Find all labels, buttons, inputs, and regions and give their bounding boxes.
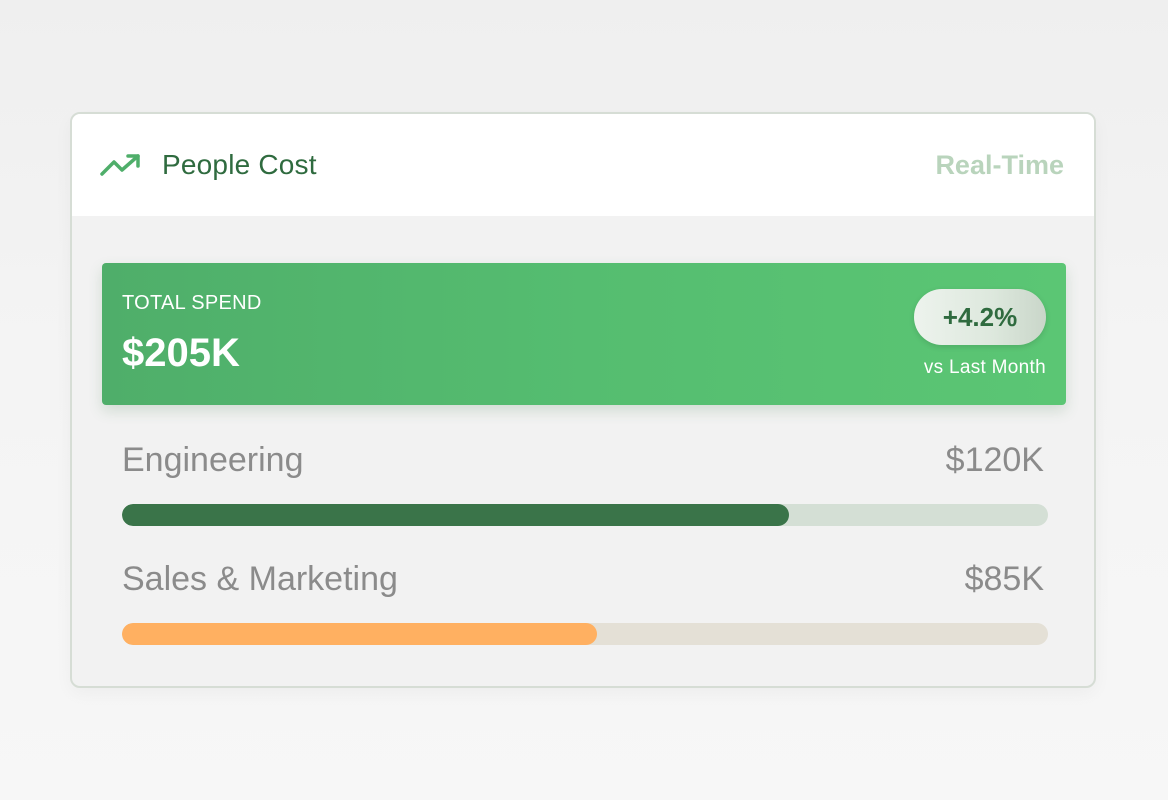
total-spend-panel: TOTAL SPEND $205K +4.2% vs Last Month — [102, 263, 1066, 405]
total-spend-label: TOTAL SPEND — [122, 292, 262, 314]
card-title: People Cost — [162, 149, 317, 180]
change-badge: +4.2% — [914, 289, 1046, 345]
total-spend-value: $205K — [122, 331, 240, 375]
card-header: People Cost Real-Time — [72, 114, 1094, 216]
engineering-progress-track — [122, 504, 1048, 526]
sales-marketing-progress-fill — [122, 623, 598, 645]
people-cost-card: People Cost Real-Time TOTAL SPEND $205K … — [70, 112, 1096, 688]
real-time-status: Real-Time — [935, 150, 1064, 180]
change-caption: vs Last Month — [923, 357, 1046, 378]
sales-marketing-value: $85K — [964, 560, 1044, 598]
engineering-progress-fill — [122, 504, 789, 526]
engineering-value: $120K — [945, 441, 1044, 479]
sales-marketing-label: Sales & Marketing — [122, 560, 398, 598]
engineering-label: Engineering — [122, 441, 304, 479]
sales-marketing-progress-track — [122, 623, 1048, 645]
trending-up-icon — [100, 154, 140, 176]
